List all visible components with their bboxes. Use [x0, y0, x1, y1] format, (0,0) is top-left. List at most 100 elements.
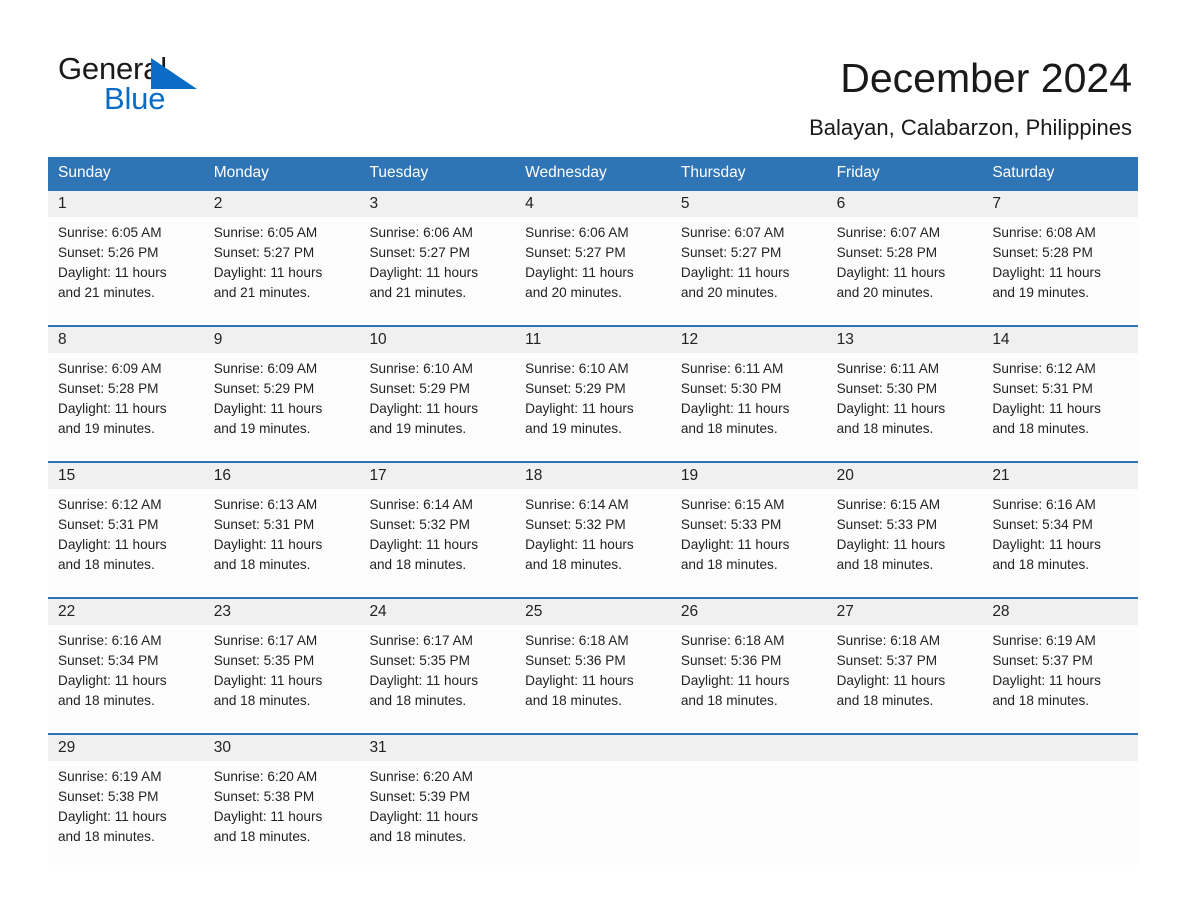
general-blue-logo[interactable]: General Blue	[58, 52, 318, 122]
day-cell[interactable]: Sunrise: 6:14 AM Sunset: 5:32 PM Dayligh…	[515, 489, 671, 597]
date-number[interactable]: 22	[48, 599, 204, 625]
date-number[interactable]: 28	[982, 599, 1138, 625]
logo-text-blue: Blue	[104, 81, 166, 116]
week-date-band: 29 30 31	[48, 735, 1138, 761]
date-number[interactable]: 25	[515, 599, 671, 625]
day-cell[interactable]: Sunrise: 6:14 AM Sunset: 5:32 PM Dayligh…	[359, 489, 515, 597]
week-row: 29 30 31 Sunrise: 6:19 AM Sunset: 5:38 P…	[48, 733, 1138, 865]
date-number[interactable]: 4	[515, 191, 671, 217]
day-cell[interactable]: Sunrise: 6:20 AM Sunset: 5:39 PM Dayligh…	[359, 761, 515, 865]
day-cell[interactable]: Sunrise: 6:17 AM Sunset: 5:35 PM Dayligh…	[204, 625, 360, 733]
sunset-text: Sunset: 5:35 PM	[213, 653, 315, 668]
day-cell[interactable]: Sunrise: 6:10 AM Sunset: 5:29 PM Dayligh…	[359, 353, 515, 461]
week-row: 15 16 17 18 19 20 21 Sunrise: 6:12 AM Su…	[48, 461, 1138, 597]
daylight-text-line1: Daylight: 11 hours	[369, 673, 478, 688]
week-row: 8 9 10 11 12 13 14 Sunrise: 6:09 AM Suns…	[48, 325, 1138, 461]
daylight-text-line2: and 18 minutes.	[213, 693, 311, 708]
date-number[interactable]: 15	[48, 463, 204, 489]
day-cell[interactable]: Sunrise: 6:07 AM Sunset: 5:27 PM Dayligh…	[671, 217, 827, 325]
day-cell[interactable]: Sunrise: 6:16 AM Sunset: 5:34 PM Dayligh…	[982, 489, 1138, 597]
day-cell[interactable]: Sunrise: 6:05 AM Sunset: 5:27 PM Dayligh…	[204, 217, 360, 325]
daylight-text-line1: Daylight: 11 hours	[213, 537, 323, 552]
sunrise-text: Sunrise: 6:12 AM	[992, 361, 1096, 376]
week-date-band: 8 9 10 11 12 13 14	[48, 327, 1138, 353]
sunrise-text: Sunrise: 6:09 AM	[58, 361, 162, 376]
day-cell[interactable]: Sunrise: 6:09 AM Sunset: 5:28 PM Dayligh…	[48, 353, 204, 461]
daylight-text-line1: Daylight: 11 hours	[58, 401, 167, 416]
day-cell[interactable]: Sunrise: 6:15 AM Sunset: 5:33 PM Dayligh…	[827, 489, 983, 597]
date-number[interactable]: 12	[671, 327, 827, 353]
daylight-text-line1: Daylight: 11 hours	[992, 265, 1101, 280]
day-cell[interactable]: Sunrise: 6:15 AM Sunset: 5:33 PM Dayligh…	[671, 489, 827, 597]
date-number[interactable]: 3	[359, 191, 515, 217]
day-cell[interactable]: Sunrise: 6:18 AM Sunset: 5:36 PM Dayligh…	[515, 625, 671, 733]
daylight-text-line2: and 19 minutes.	[525, 421, 622, 436]
sunset-text: Sunset: 5:28 PM	[58, 381, 159, 396]
weekday-thursday: Thursday	[680, 164, 746, 181]
day-cell[interactable]: Sunrise: 6:09 AM Sunset: 5:29 PM Dayligh…	[204, 353, 360, 461]
day-cell[interactable]: Sunrise: 6:07 AM Sunset: 5:28 PM Dayligh…	[827, 217, 983, 325]
day-cell[interactable]: Sunrise: 6:16 AM Sunset: 5:34 PM Dayligh…	[48, 625, 204, 733]
sunrise-text: Sunrise: 6:16 AM	[58, 633, 162, 648]
day-cell[interactable]: Sunrise: 6:20 AM Sunset: 5:38 PM Dayligh…	[204, 761, 360, 865]
day-cell[interactable]: Sunrise: 6:10 AM Sunset: 5:29 PM Dayligh…	[515, 353, 671, 461]
sunset-text: Sunset: 5:33 PM	[680, 517, 782, 532]
week-date-band: 1 2 3 4 5 6 7	[48, 191, 1138, 217]
sunset-text: Sunset: 5:39 PM	[369, 789, 470, 804]
day-cell[interactable]: Sunrise: 6:19 AM Sunset: 5:38 PM Dayligh…	[48, 761, 204, 865]
day-cell[interactable]: Sunrise: 6:18 AM Sunset: 5:36 PM Dayligh…	[671, 625, 827, 733]
date-number[interactable]: 31	[359, 735, 515, 761]
day-cell[interactable]: Sunrise: 6:06 AM Sunset: 5:27 PM Dayligh…	[359, 217, 515, 325]
sunrise-text: Sunrise: 6:18 AM	[680, 633, 785, 648]
date-number[interactable]: 14	[982, 327, 1138, 353]
day-cell[interactable]: Sunrise: 6:19 AM Sunset: 5:37 PM Dayligh…	[982, 625, 1138, 733]
sunset-text: Sunset: 5:28 PM	[836, 245, 938, 260]
date-number[interactable]: 13	[827, 327, 983, 353]
date-number[interactable]: 21	[982, 463, 1138, 489]
date-number[interactable]: 8	[48, 327, 204, 353]
date-number[interactable]: 17	[359, 463, 515, 489]
date-number[interactable]: 20	[827, 463, 983, 489]
date-number[interactable]: 10	[359, 327, 515, 353]
weekday-tuesday: Tuesday	[369, 164, 429, 181]
sunset-text: Sunset: 5:36 PM	[680, 653, 782, 668]
date-number[interactable]: 1	[48, 191, 204, 217]
date-number[interactable]: 30	[204, 735, 360, 761]
daylight-text-line1: Daylight: 11 hours	[525, 537, 634, 552]
day-cell[interactable]: Sunrise: 6:12 AM Sunset: 5:31 PM Dayligh…	[48, 489, 204, 597]
daylight-text-line1: Daylight: 11 hours	[680, 265, 790, 280]
day-cell[interactable]: Sunrise: 6:11 AM Sunset: 5:30 PM Dayligh…	[827, 353, 983, 461]
date-number[interactable]: 2	[204, 191, 360, 217]
sunset-text: Sunset: 5:37 PM	[992, 653, 1093, 668]
daylight-text-line2: and 18 minutes.	[58, 557, 155, 572]
day-cell[interactable]: Sunrise: 6:13 AM Sunset: 5:31 PM Dayligh…	[204, 489, 360, 597]
date-number[interactable]: 16	[204, 463, 360, 489]
date-number[interactable]: 23	[204, 599, 360, 625]
daylight-text-line1: Daylight: 11 hours	[836, 265, 946, 280]
day-cell[interactable]: Sunrise: 6:12 AM Sunset: 5:31 PM Dayligh…	[982, 353, 1138, 461]
date-number[interactable]: 29	[48, 735, 204, 761]
date-number[interactable]: 19	[671, 463, 827, 489]
date-number[interactable]: 5	[671, 191, 827, 217]
day-cell[interactable]: Sunrise: 6:08 AM Sunset: 5:28 PM Dayligh…	[982, 217, 1138, 325]
date-number[interactable]: 24	[359, 599, 515, 625]
day-cell[interactable]: Sunrise: 6:05 AM Sunset: 5:26 PM Dayligh…	[48, 217, 204, 325]
date-number[interactable]: 7	[982, 191, 1138, 217]
date-number[interactable]: 6	[827, 191, 983, 217]
week-detail-row: Sunrise: 6:05 AM Sunset: 5:26 PM Dayligh…	[48, 217, 1138, 325]
week-row: 1 2 3 4 5 6 7 Sunrise: 6:05 AM Sunset: 5…	[48, 189, 1138, 325]
day-cell[interactable]: Sunrise: 6:06 AM Sunset: 5:27 PM Dayligh…	[515, 217, 671, 325]
date-number[interactable]: 27	[827, 599, 983, 625]
sunset-text: Sunset: 5:29 PM	[369, 381, 470, 396]
day-cell[interactable]: Sunrise: 6:18 AM Sunset: 5:37 PM Dayligh…	[827, 625, 983, 733]
day-cell[interactable]: Sunrise: 6:11 AM Sunset: 5:30 PM Dayligh…	[671, 353, 827, 461]
sunset-text: Sunset: 5:26 PM	[58, 245, 159, 260]
day-cell[interactable]: Sunrise: 6:17 AM Sunset: 5:35 PM Dayligh…	[359, 625, 515, 733]
sunrise-text: Sunrise: 6:14 AM	[369, 497, 473, 512]
date-number[interactable]: 9	[204, 327, 360, 353]
date-number[interactable]: 18	[515, 463, 671, 489]
date-number[interactable]: 11	[515, 327, 671, 353]
daylight-text-line2: and 21 minutes.	[369, 285, 467, 300]
sunrise-text: Sunrise: 6:15 AM	[680, 497, 785, 512]
date-number[interactable]: 26	[671, 599, 827, 625]
